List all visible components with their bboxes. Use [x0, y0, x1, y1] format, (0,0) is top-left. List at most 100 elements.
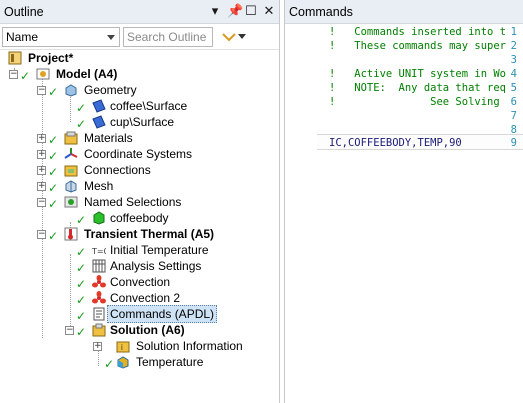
check-icon: ✓	[20, 69, 31, 83]
tree-label: Named Selections	[84, 195, 182, 209]
collapse-icon[interactable]: −	[37, 86, 46, 95]
project-icon	[8, 51, 22, 65]
mesh-icon	[65, 180, 77, 193]
code-line: ! Commands inserted into t	[329, 26, 507, 38]
tree-row-analysis-settings[interactable]: ✓ Analysis Settings	[0, 258, 280, 274]
commands-titlebar: Commands	[285, 0, 523, 24]
tree-row-cup-surface[interactable]: ✓ cup\Surface	[0, 114, 280, 130]
close-icon[interactable]: ✕	[263, 4, 275, 18]
expand-icon[interactable]: +	[37, 182, 46, 191]
commands-icon	[93, 307, 105, 321]
tree-label: Commands (APDL)	[107, 305, 218, 323]
check-icon: ✓	[48, 165, 59, 179]
expand-icon[interactable]: +	[37, 134, 46, 143]
pin-icon[interactable]: 📌	[227, 4, 243, 18]
tree-label: cup\Surface	[110, 115, 175, 129]
expand-icon[interactable]: +	[93, 342, 102, 351]
tree-label: Connections	[84, 163, 151, 177]
search-input[interactable]	[123, 26, 213, 47]
tree-row-geometry[interactable]: − ✓ Geometry	[0, 82, 280, 98]
named-selections-icon	[64, 196, 78, 208]
collapse-icon[interactable]: −	[9, 70, 18, 79]
svg-text:i: i	[121, 343, 123, 352]
check-icon: ✓	[76, 325, 87, 339]
outline-panel: Outline ▾ 📌 ☐ ✕ Name Project*	[0, 0, 280, 403]
check-icon: ✓	[48, 149, 59, 163]
tree-row-coffee-surface[interactable]: ✓ coffee\Surface	[0, 98, 280, 114]
tree-row-solution[interactable]: − ✓ Solution (A6)	[0, 322, 280, 338]
tree-row-convection[interactable]: ✓ Convection	[0, 274, 280, 290]
collapse-icon[interactable]: −	[37, 230, 46, 239]
tree-row-materials[interactable]: + ✓ Materials	[0, 130, 280, 146]
commands-editor[interactable]: 1 ! Commands inserted into t 2 ! These c…	[285, 24, 523, 403]
tree-label: coffeebody	[110, 211, 169, 225]
tree-label: Convection 2	[110, 291, 181, 305]
surface-icon	[92, 99, 106, 113]
tree-label: coffee\Surface	[110, 99, 188, 113]
tree-row-coordinate-systems[interactable]: + ✓ Coordinate Systems	[0, 146, 280, 162]
name-select-value: Name	[6, 29, 39, 44]
tree-row-named-selections[interactable]: − ✓ Named Selections	[0, 194, 280, 210]
check-icon: ✓	[76, 245, 87, 259]
maximize-icon[interactable]: ☐	[245, 4, 257, 18]
line-number: 7	[510, 110, 517, 122]
check-icon: ✓	[76, 117, 87, 131]
tree-label: Solution (A6)	[110, 323, 185, 337]
tree-label: Project*	[28, 51, 74, 65]
tree-row-coffeebody[interactable]: ✓ coffeebody	[0, 210, 280, 226]
tree-label: Coordinate Systems	[84, 147, 193, 161]
tree-row-mesh[interactable]: + ✓ Mesh	[0, 178, 280, 194]
initial-temperature-icon: T=0	[92, 247, 106, 256]
coordinate-systems-icon	[64, 148, 78, 159]
check-icon: ✓	[48, 229, 59, 243]
solution-information-icon: i	[116, 341, 130, 353]
thermometer-icon	[64, 227, 78, 241]
check-icon: ✓	[76, 101, 87, 115]
commands-panel: Commands 1 ! Commands inserted into t 2 …	[284, 0, 523, 403]
materials-icon	[64, 131, 78, 145]
filter-button[interactable]	[217, 27, 251, 47]
filter-chevron-icon	[222, 32, 236, 41]
tree-label: Model (A4)	[56, 67, 118, 81]
tree-row-commands-apdl[interactable]: ✓ Commands (APDL)	[0, 305, 280, 323]
check-icon: ✓	[76, 293, 87, 307]
temperature-result-icon	[117, 356, 129, 369]
chevron-down-icon	[107, 34, 115, 40]
check-icon: ✓	[48, 181, 59, 195]
surface-icon	[92, 115, 106, 129]
tree-row-temperature[interactable]: ✓ Temperature	[0, 354, 280, 370]
tree-label: Initial Temperature	[110, 243, 209, 257]
collapse-icon[interactable]: −	[37, 198, 46, 207]
tree-row-solution-information[interactable]: + i Solution Information	[0, 338, 280, 354]
tree-row-connections[interactable]: + ✓ Connections	[0, 162, 280, 178]
name-select[interactable]: Name	[2, 26, 120, 47]
outline-titlebar: Outline ▾ 📌 ☐ ✕	[0, 0, 279, 24]
outline-title: Outline	[4, 4, 44, 19]
line-number: 9	[510, 137, 517, 149]
svg-text:T=0: T=0	[92, 247, 106, 256]
collapse-icon[interactable]: −	[65, 326, 74, 335]
small-down-arrow-icon	[238, 33, 246, 39]
tree-label: Materials	[84, 131, 133, 145]
check-icon: ✓	[48, 85, 59, 99]
tree-row-transient-thermal[interactable]: − ✓ Transient Thermal (A5)	[0, 226, 280, 242]
check-icon: ✓	[76, 213, 87, 227]
code-line: ! These commands may super	[329, 40, 507, 52]
connections-icon	[64, 165, 78, 177]
code-line: ! NOTE: Any data that req	[329, 82, 507, 94]
check-icon: ✓	[48, 197, 59, 211]
body-selection-icon	[93, 211, 105, 225]
expand-icon[interactable]: +	[37, 166, 46, 175]
outline-toolbar: Name	[0, 24, 279, 50]
tree-row-initial-temperature[interactable]: ✓ T=0 Initial Temperature	[0, 242, 280, 258]
expand-icon[interactable]: +	[37, 150, 46, 159]
dropdown-icon[interactable]: ▾	[209, 4, 221, 18]
tree-row-project[interactable]: Project*	[0, 50, 280, 66]
convection-icon	[92, 291, 106, 304]
code-line: ! Active UNIT system in Wo	[329, 68, 507, 80]
tree-row-model[interactable]: − ✓ Model (A4)	[0, 66, 280, 82]
tree-row-convection-2[interactable]: ✓ Convection 2	[0, 290, 280, 306]
tree-label: Mesh	[84, 179, 114, 193]
tree-label: Geometry	[84, 83, 137, 97]
check-icon: ✓	[76, 261, 87, 275]
